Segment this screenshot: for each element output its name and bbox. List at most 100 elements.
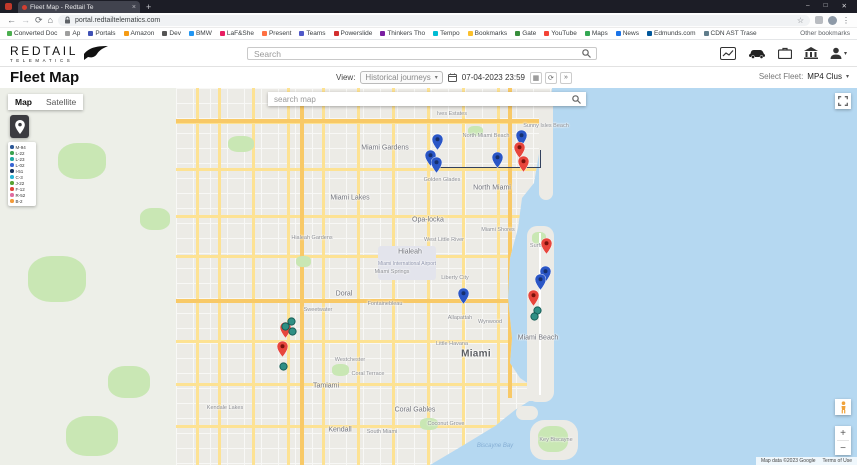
map-attribution: Map data ©2023 Google Terms of Use bbox=[756, 457, 857, 465]
red-vehicle-marker[interactable] bbox=[518, 156, 529, 172]
tab-close-icon[interactable]: × bbox=[132, 4, 136, 11]
tab-favicon-icon bbox=[22, 5, 27, 10]
bookmark-star-icon[interactable]: ☆ bbox=[797, 16, 804, 25]
back-button[interactable]: ← bbox=[7, 16, 16, 25]
bookmark-item[interactable]: Powerslide bbox=[334, 30, 373, 37]
zoom-out-button[interactable]: − bbox=[835, 441, 851, 455]
maximize-button[interactable]: □ bbox=[824, 2, 828, 10]
view-select[interactable]: Historical journeys ▾ bbox=[360, 71, 442, 84]
bookmarks-list: Converted Doc Ap Portals Amazon Dev BMW LaF&Sh… bbox=[7, 30, 794, 37]
close-button[interactable]: ✕ bbox=[842, 2, 847, 10]
forward-button[interactable]: → bbox=[21, 16, 30, 25]
map-type-satellite-button[interactable]: Satellite bbox=[39, 94, 83, 110]
datetime-value[interactable]: 07-04-2023 23:59 bbox=[462, 73, 525, 82]
bookmark-item[interactable]: Amazon bbox=[124, 30, 155, 37]
browser-tab[interactable]: Fleet Map - Redtail Te × bbox=[18, 1, 140, 13]
island-sunny-isles bbox=[539, 94, 553, 200]
zoom-in-button[interactable]: + bbox=[835, 426, 851, 440]
island-virginia-key bbox=[516, 406, 538, 420]
bookmark-item[interactable]: Bookmarks bbox=[468, 30, 508, 37]
vehicles-icon[interactable] bbox=[748, 47, 766, 59]
bookmark-item[interactable]: Portals bbox=[88, 30, 115, 37]
extensions-icon[interactable] bbox=[815, 16, 823, 24]
brand-logo[interactable]: REDTAIL TELEMATICS bbox=[10, 44, 109, 63]
bookmark-item[interactable]: News bbox=[616, 30, 639, 37]
bookmark-item[interactable]: Dev bbox=[162, 30, 181, 37]
teal-vehicle-marker[interactable] bbox=[288, 327, 297, 336]
zoom-control: + − bbox=[835, 426, 851, 455]
toolbar-buttons: ▦⟳» bbox=[530, 72, 572, 84]
bookmark-item[interactable]: Maps bbox=[585, 30, 608, 37]
account-menu[interactable]: ▾ bbox=[830, 47, 847, 59]
chevron-down-icon: ▾ bbox=[844, 50, 847, 57]
map-type-control: Map Satellite bbox=[8, 94, 83, 110]
bookmark-item[interactable]: BMW bbox=[189, 30, 212, 37]
profile-avatar[interactable] bbox=[828, 16, 837, 25]
search-icon[interactable] bbox=[582, 49, 596, 58]
bookmark-item[interactable]: LaF&She bbox=[220, 30, 254, 37]
map-search-input[interactable] bbox=[268, 95, 572, 104]
legend-item[interactable]: B-2 bbox=[9, 198, 35, 204]
red-vehicle-marker[interactable] bbox=[528, 290, 539, 306]
map-canvas[interactable]: Map Satellite M-94L-22L-23L-02I-51C-3J-2… bbox=[0, 88, 857, 465]
organization-icon[interactable] bbox=[804, 47, 818, 59]
header-icons: ▾ bbox=[720, 47, 847, 60]
toolbar-icon-button[interactable]: » bbox=[560, 72, 572, 84]
bookmark-item[interactable]: YouTube bbox=[544, 30, 577, 37]
bookmark-item[interactable]: Tempo bbox=[433, 30, 460, 37]
business-icon[interactable] bbox=[778, 47, 792, 59]
fullscreen-button[interactable] bbox=[835, 93, 851, 109]
blue-vehicle-marker[interactable] bbox=[432, 134, 443, 150]
map-search-icon[interactable] bbox=[572, 95, 586, 104]
reload-button[interactable]: ⟳ bbox=[35, 16, 43, 25]
minimize-button[interactable]: – bbox=[806, 2, 810, 10]
pegman-control[interactable] bbox=[835, 399, 851, 415]
blue-vehicle-marker[interactable] bbox=[535, 274, 546, 290]
calendar-icon[interactable] bbox=[448, 73, 457, 82]
view-label: View: bbox=[336, 73, 355, 82]
home-button[interactable]: ⌂ bbox=[48, 16, 53, 25]
other-bookmarks[interactable]: Other bookmarks bbox=[800, 30, 850, 37]
bookmark-item[interactable]: Converted Doc bbox=[7, 30, 57, 37]
red-vehicle-marker[interactable] bbox=[277, 341, 288, 357]
new-tab-button[interactable]: + bbox=[146, 2, 151, 12]
blue-vehicle-marker[interactable] bbox=[458, 288, 469, 304]
bookmark-item[interactable]: Gate bbox=[515, 30, 536, 37]
bookmark-item[interactable]: Present bbox=[262, 30, 291, 37]
toolbar-icon-button[interactable]: ⟳ bbox=[545, 72, 557, 84]
url-text: portal.redtailtelematics.com bbox=[75, 17, 793, 24]
search-input[interactable] bbox=[248, 49, 582, 59]
blue-vehicle-marker[interactable] bbox=[492, 152, 503, 168]
bookmark-item[interactable]: Teams bbox=[299, 30, 325, 37]
red-vehicle-marker[interactable] bbox=[541, 238, 552, 254]
brand-sub: TELEMATICS bbox=[10, 58, 78, 63]
map-label: Biscayne Bay bbox=[477, 443, 513, 449]
view-value: Historical journeys bbox=[365, 73, 430, 82]
bookmark-item[interactable]: CDN AST Trase bbox=[704, 30, 757, 37]
page-title: Fleet Map bbox=[10, 69, 79, 86]
global-search[interactable] bbox=[247, 47, 597, 60]
app-header: REDTAIL TELEMATICS ▾ bbox=[0, 40, 857, 67]
page-header: Fleet Map View: Historical journeys ▾ 07… bbox=[0, 67, 857, 88]
browser-titlebar: Fleet Map - Redtail Te × + – □ ✕ bbox=[0, 0, 857, 13]
reports-icon[interactable] bbox=[720, 47, 736, 60]
bookmark-item[interactable]: Thinkers Tho bbox=[380, 30, 425, 37]
toolbar-icon-button[interactable]: ▦ bbox=[530, 72, 542, 84]
browser-navbar: ← → ⟳ ⌂ portal.redtailtelematics.com ☆ ⋮ bbox=[0, 13, 857, 28]
terms-link[interactable]: Terms of Use bbox=[823, 458, 852, 464]
menu-kebab-icon[interactable]: ⋮ bbox=[842, 16, 850, 25]
teal-vehicle-marker[interactable] bbox=[279, 362, 288, 371]
blue-vehicle-marker[interactable] bbox=[431, 157, 442, 173]
map-type-map-button[interactable]: Map bbox=[8, 94, 39, 110]
map-search[interactable] bbox=[268, 92, 586, 106]
island-fisher bbox=[524, 394, 536, 401]
bookmark-item[interactable]: Edmunds.com bbox=[647, 30, 696, 37]
marker-visibility-button[interactable] bbox=[10, 115, 29, 138]
map-land bbox=[0, 88, 857, 465]
fleet-select[interactable]: Select Fleet: MP4 Clus ▾ bbox=[759, 72, 849, 81]
brand-name: REDTAIL bbox=[10, 44, 78, 58]
address-bar[interactable]: portal.redtailtelematics.com ☆ bbox=[58, 15, 810, 26]
chevron-down-icon: ▾ bbox=[846, 73, 849, 80]
bookmark-item[interactable]: Ap bbox=[65, 30, 80, 37]
teal-vehicle-marker[interactable] bbox=[530, 312, 539, 321]
